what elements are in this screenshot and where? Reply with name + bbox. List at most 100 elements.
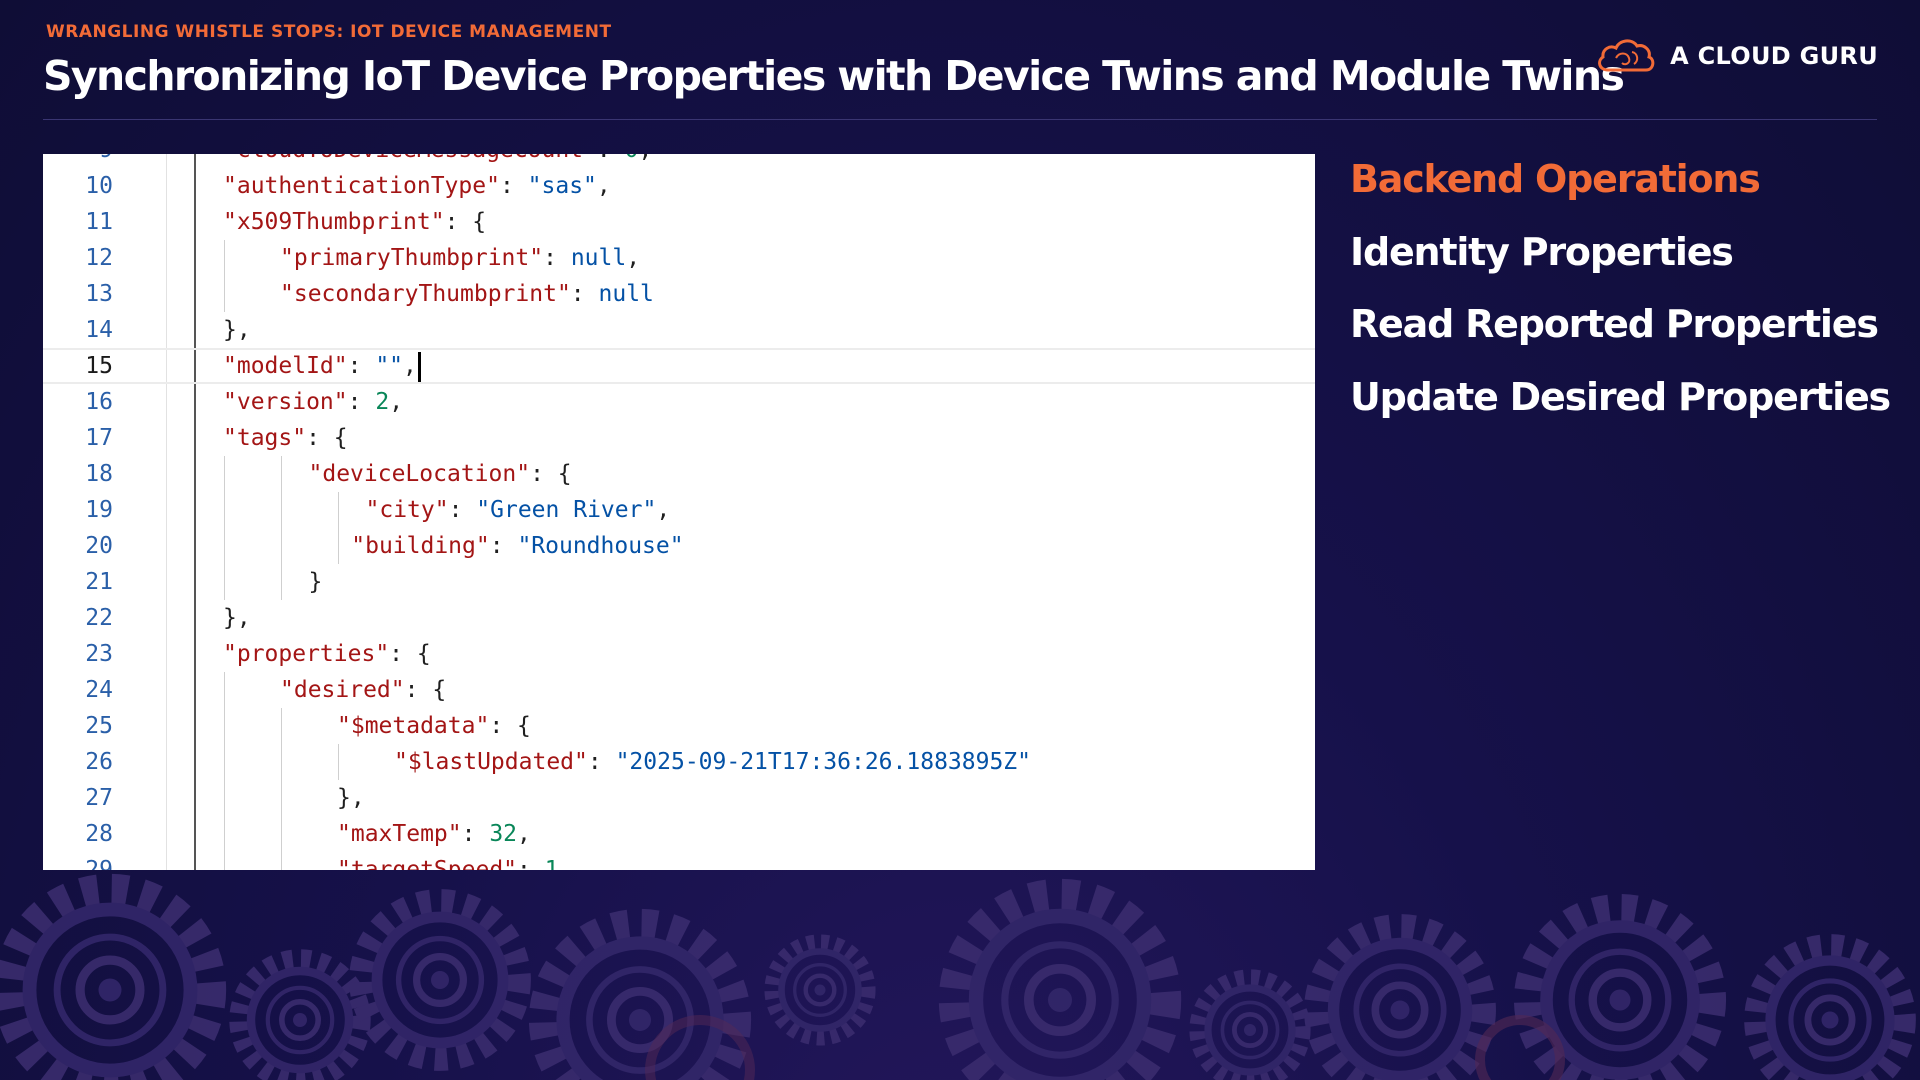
code-line[interactable]: 22}, <box>43 600 1315 636</box>
code-line[interactable]: 28 "maxTemp": 32, <box>43 816 1315 852</box>
code-line[interactable]: 12 "primaryThumbprint": null, <box>43 240 1315 276</box>
indent-guide <box>224 492 225 528</box>
code-line[interactable]: 18 "deviceLocation": { <box>43 456 1315 492</box>
code-line[interactable]: 10 "authenticationType": "sas", <box>43 168 1315 204</box>
code-token: : <box>543 245 571 271</box>
code-token: 32 <box>489 821 518 847</box>
code-line[interactable]: 13 "secondaryThumbprint": null <box>43 276 1315 312</box>
code-token: : { <box>306 425 348 451</box>
code-token: : { <box>489 713 531 739</box>
operations-list: Backend Operations Identity Properties Rea… <box>1350 150 1891 440</box>
line-number: 17 <box>85 425 113 451</box>
code-token: "city" <box>365 497 449 523</box>
code-line[interactable]: 25 "$metadata": { <box>43 708 1315 744</box>
line-number: 16 <box>85 389 113 415</box>
line-number: 12 <box>85 245 113 271</box>
code-token: : <box>570 281 599 307</box>
code-token: "sas" <box>527 173 597 199</box>
indent-guide <box>224 852 225 870</box>
code-token: , <box>626 245 641 271</box>
code-text: "city": "Green River", <box>366 492 671 528</box>
code-line[interactable]: 11 "x509Thumbprint": { <box>43 204 1315 240</box>
code-text: "secondaryThumbprint": null <box>280 276 654 312</box>
code-line[interactable]: 20 "building": "Roundhouse" <box>43 528 1315 564</box>
code-text: "desired": { <box>280 672 446 708</box>
code-line[interactable]: 14}, <box>43 312 1315 348</box>
code-text: "modelId": "", <box>223 348 421 384</box>
code-token: "Green River" <box>476 497 657 523</box>
indent-guide <box>224 780 225 816</box>
code-token: "version" <box>223 389 348 415</box>
line-number: 23 <box>85 641 113 667</box>
indent-guide <box>281 456 282 492</box>
code-token: "building" <box>351 533 490 559</box>
indent-guide <box>224 816 225 852</box>
code-text: "version": 2, <box>223 384 403 420</box>
code-token: "authenticationType" <box>223 173 500 199</box>
code-token: : { <box>444 209 487 235</box>
code-text: } <box>309 564 323 600</box>
indent-guide <box>224 708 225 744</box>
line-number: 11 <box>85 209 113 235</box>
code-text: "primaryThumbprint": null, <box>280 240 640 276</box>
indent-guide <box>281 852 282 870</box>
line-number: 18 <box>85 461 113 487</box>
code-text: "properties": { <box>223 636 431 672</box>
line-number: 26 <box>85 749 113 775</box>
code-token: "properties" <box>223 641 390 667</box>
code-token: 0 <box>625 154 639 163</box>
operation-item: Read Reported Properties <box>1350 302 1879 346</box>
indent-guide <box>281 744 282 780</box>
line-number: 25 <box>85 713 113 739</box>
code-line[interactable]: 9 "cloudToDeviceMessageCount": 0, <box>43 154 1315 168</box>
slide-title: Synchronizing IoT Device Properties with… <box>43 52 1625 100</box>
code-token: 2 <box>375 389 390 415</box>
code-text: "tags": { <box>223 420 348 456</box>
indent-guide <box>224 564 225 600</box>
code-token: : <box>517 857 545 870</box>
brand-name: A CLOUD GURU <box>1670 42 1878 70</box>
code-token: : { <box>389 641 431 667</box>
code-token: null <box>598 281 654 307</box>
code-line[interactable]: 15 "modelId": "", <box>43 348 1315 384</box>
code-token: "Roundhouse" <box>517 533 684 559</box>
code-token: : <box>347 353 376 379</box>
code-text: }, <box>223 600 251 636</box>
code-line[interactable]: 29 "targetSpeed": 1 <box>43 852 1315 870</box>
line-number: 20 <box>85 533 113 559</box>
code-line[interactable]: 27}, <box>43 780 1315 816</box>
gears-decoration <box>0 870 1920 1080</box>
indent-guide <box>281 528 282 564</box>
code-token: : <box>461 821 490 847</box>
code-token: , <box>638 154 652 163</box>
operation-item: Identity Properties <box>1350 229 1734 274</box>
code-token: , <box>656 497 671 523</box>
code-token: "$lastUpdated" <box>394 749 588 775</box>
code-line[interactable]: 16 "version": 2, <box>43 384 1315 420</box>
indent-guide <box>281 564 282 600</box>
code-token: : <box>597 154 625 163</box>
code-editor[interactable]: 9"cloudToDeviceMessageCount": 0,10"authe… <box>43 154 1315 870</box>
code-text: "targetSpeed": 1 <box>337 852 559 870</box>
operation-item: Update Desired Properties <box>1350 374 1891 419</box>
code-token: }, <box>337 785 365 811</box>
code-token: "deviceLocation" <box>308 461 531 487</box>
code-text: "cloudToDeviceMessageCount": 0, <box>223 154 652 168</box>
code-line[interactable]: 17 "tags": { <box>43 420 1315 456</box>
code-token: } <box>308 569 323 595</box>
code-line[interactable]: 19 "city": "Green River", <box>43 492 1315 528</box>
code-token: null <box>570 245 627 271</box>
code-line[interactable]: 26 "$lastUpdated": "2025-09-21T17:36:26.1… <box>43 744 1315 780</box>
code-text: "$metadata": { <box>337 708 531 744</box>
line-number: 24 <box>85 677 113 703</box>
indent-guide <box>338 744 339 780</box>
code-line[interactable]: 24 "desired": { <box>43 672 1315 708</box>
code-line[interactable]: 23 "properties": { <box>43 636 1315 672</box>
code-token: : <box>448 497 477 523</box>
line-number: 14 <box>85 317 113 343</box>
line-number: 29 <box>85 857 113 870</box>
indent-guide <box>281 708 282 744</box>
code-line[interactable]: 21} <box>43 564 1315 600</box>
code-lines: 9"cloudToDeviceMessageCount": 0,10"authe… <box>43 154 1315 870</box>
code-text: }, <box>337 780 365 816</box>
